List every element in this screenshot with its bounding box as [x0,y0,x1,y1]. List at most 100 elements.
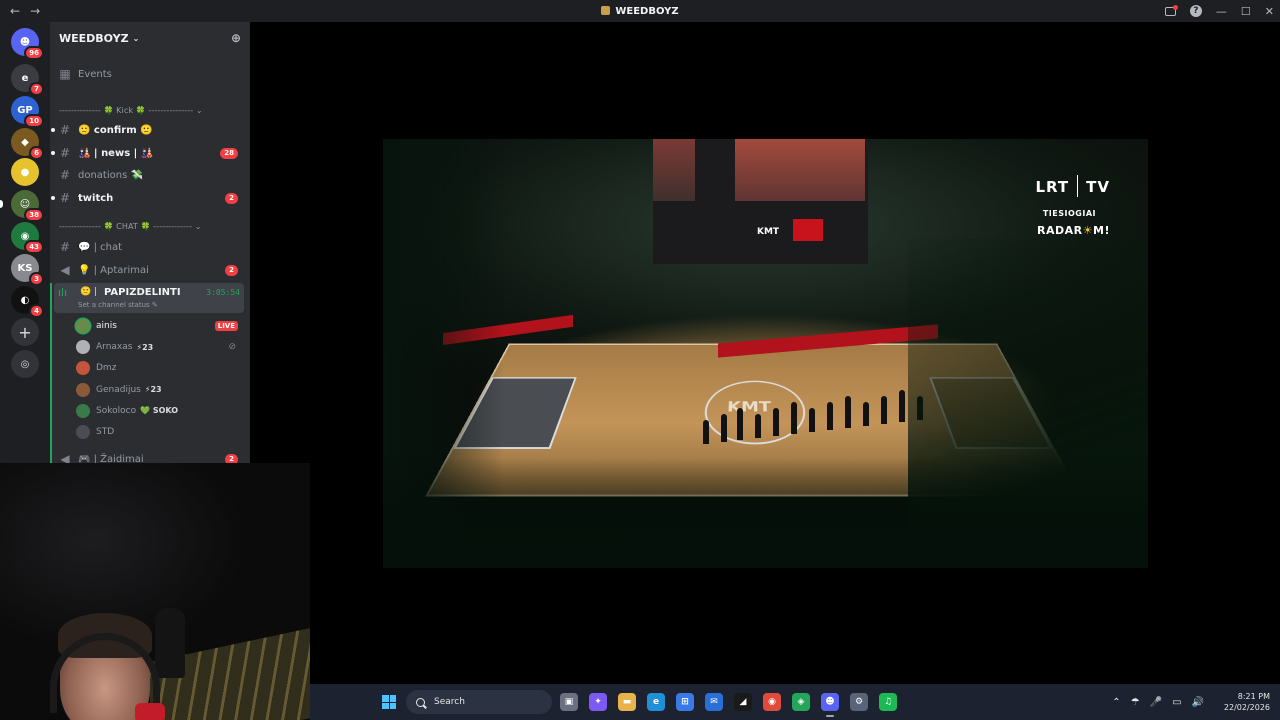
voice-member[interactable]: STD [76,422,242,442]
edge-icon[interactable]: e [647,693,665,711]
tray-overflow-icon[interactable]: ⌃ [1112,697,1120,708]
notification-badge: 3 [29,272,44,286]
server-e-icon[interactable]: e7 [11,64,44,96]
server-black-icon[interactable]: ◐ 4 [11,286,44,318]
close-button[interactable]: ✕ [1265,5,1274,18]
player-figure [881,396,887,424]
webcam-overlay [0,463,310,720]
server-bee-icon[interactable]: ◆ 6 [11,128,44,160]
file-explorer-task-icon[interactable]: ▣ [560,693,578,711]
taskbar-clock[interactable]: 8:21 PM 22/02/2026 [1224,691,1270,713]
mic-icon[interactable]: 🎤 [1150,697,1162,708]
channel-news[interactable]: # 🎎 | news | 🎎 28 [51,143,244,163]
player-figure [755,414,761,438]
channel-chat[interactable]: # 💬 | chat [56,237,244,257]
channel-zaidimai[interactable]: ◀ 🎮 | Žaidimai 2 [56,449,244,463]
spotify-icon[interactable]: ♫ [879,693,897,711]
unread-dot [51,196,55,200]
notification-badge: 10 [24,114,44,128]
jumbotron-brand: KMT [757,227,780,237]
category-chat[interactable]: -------------- 🍀 CHAT 🍀 ------------- ⌄ [56,222,244,236]
minimize-button[interactable]: — [1216,5,1227,18]
search-icon [416,697,425,707]
discord-home-icon[interactable]: ☻ 96 [11,28,44,60]
background-figure [155,608,185,678]
taskbar-search[interactable]: Search [406,690,552,714]
player-figure [773,408,779,436]
help-icon[interactable]: ? [1189,5,1202,17]
voice-connection-line [50,283,52,463]
voice-member[interactable]: Sokoloco 💚 SOKO [76,401,242,421]
discover-icon[interactable]: ◎ [11,350,39,378]
channel-label: 🙁 confirm 🙁 [78,124,153,136]
server-dark-icon[interactable]: ◉ 43 [11,222,44,254]
forward-arrow-icon[interactable]: → [30,4,40,18]
players-lineup [703,390,933,444]
voice-member[interactable]: ainis LIVE [76,316,242,336]
maximize-button[interactable]: ☐ [1241,5,1251,18]
guild-header[interactable]: WEEDBOYZ ⌄ ⊕ [50,22,250,54]
channel-emoji: 🙁 | [80,287,98,297]
server-yellow-icon[interactable]: ● [11,158,39,186]
voice-member[interactable]: Dmz [76,358,242,378]
settings-icon[interactable]: ⚙ [850,693,868,711]
stream-video[interactable]: KMT KMT LRT TV TIESIOGIAI RADAR☀M! [383,139,1148,568]
volume-icon[interactable]: 🔊 [1192,697,1204,708]
back-arrow-icon[interactable]: ← [10,4,20,18]
avatar [76,361,90,376]
add-member-icon[interactable]: ⊕ [231,31,241,45]
voice-timer: 3:05:54 [206,288,240,297]
channel-sidebar: WEEDBOYZ ⌄ ⊕ ▦ Events -------------- 🍀 K… [50,22,250,463]
radar-suffix: M! [1093,224,1110,237]
selected-pill [0,200,3,208]
events-item[interactable]: ▦ Events [56,64,244,84]
server-green-man-icon[interactable]: ☺ 38 [0,190,44,222]
folder-icon[interactable]: ▬ [618,693,636,711]
member-name: Genadijus [96,384,141,395]
windows-start-icon[interactable] [382,695,396,709]
player-figure [737,408,743,440]
avatar [76,425,90,439]
channel-confirm[interactable]: # 🙁 confirm 🙁 [51,120,244,140]
hash-icon: # [59,240,71,254]
player-figure [703,420,709,444]
server-glyph: ● [20,166,30,178]
notification-badge: 6 [29,146,44,160]
chrome-icon[interactable]: ◉ [763,693,781,711]
inbox-icon[interactable] [1164,4,1178,16]
category-kick[interactable]: -------------- 🍀 Kick 🍀 --------------- … [56,106,244,120]
copilot-icon[interactable]: ✦ [589,693,607,711]
server-gp-icon[interactable]: GP 10 [11,96,44,128]
voice-member[interactable]: Genadijus ⚡23 [76,380,242,400]
capcut-icon[interactable]: ◢ [734,693,752,711]
channel-aptarimai[interactable]: ◀ 💡 | Aptarimai 2 [56,260,244,280]
channel-donations[interactable]: # donations 💸 [56,165,244,185]
server-ks-icon[interactable]: KS 3 [11,254,44,286]
display-icon[interactable]: ▭ [1172,697,1181,708]
avatar [76,340,90,355]
player-figure [845,396,851,428]
crowd-bottom [383,458,1148,568]
channel-status-prompt[interactable]: Set a channel status ✎ [78,301,158,309]
clock-time: 8:21 PM [1237,692,1270,701]
player-figure [899,390,905,422]
mention-badge: 28 [220,147,238,159]
server-glyph: ◆ [21,136,29,148]
radar-logo: RADAR☀M! [1037,224,1110,237]
discord-icon[interactable]: ☻ [821,693,839,717]
voice-channel-papizdelinti[interactable]: ılı 🙁 | PAPIZDELINTI Set a channel statu… [54,283,244,313]
mail-icon[interactable]: ✉ [705,693,723,711]
store-icon[interactable]: ⊞ [676,693,694,711]
broadcaster-suffix: TV [1086,178,1110,196]
radar-prefix: RADAR [1037,224,1083,237]
network-icon[interactable]: ☂ [1131,697,1140,708]
events-label: Events [78,68,112,80]
add-server-icon[interactable]: + [11,318,39,346]
avatar [76,382,90,397]
hash-icon: # [59,191,71,205]
voice-member[interactable]: Arnaxas ⚡23 ⊘ [76,337,242,357]
channel-label: twitch [78,192,114,204]
mention-badge: 2 [225,264,238,276]
app-green-icon[interactable]: ◈ [792,693,810,711]
channel-twitch[interactable]: # twitch 2 [51,188,244,208]
